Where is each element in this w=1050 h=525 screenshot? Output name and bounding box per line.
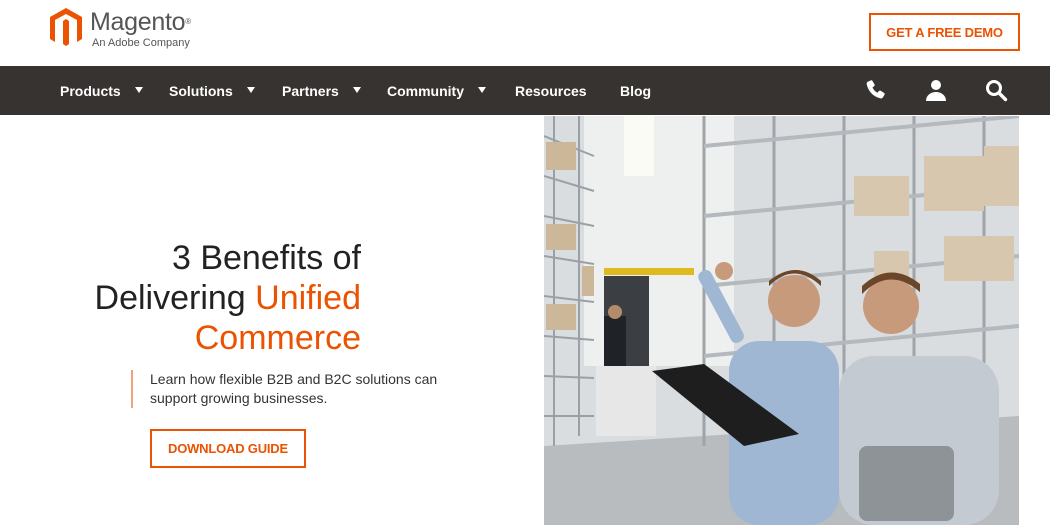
user-icon[interactable] [924, 78, 948, 102]
hero-photo-warehouse [544, 116, 1019, 525]
nav-item-community[interactable]: Community [387, 66, 486, 115]
nav-item-label: Blog [620, 82, 652, 99]
hero-heading: 3 Benefits of Delivering Unified Commerc… [95, 238, 361, 358]
description-accent-rule [131, 370, 133, 408]
nav-item-label: Partners [282, 82, 339, 99]
get-free-demo-button[interactable]: GET A FREE DEMO [869, 13, 1020, 51]
nav-item-products[interactable]: Products [60, 66, 143, 115]
phone-icon[interactable] [864, 78, 888, 102]
nav-item-partners[interactable]: Partners [282, 66, 361, 115]
logo-wordmark: Magento [90, 8, 186, 36]
nav-item-resources[interactable]: Resources [515, 66, 587, 115]
download-guide-button[interactable]: DOWNLOAD GUIDE [150, 429, 306, 468]
nav-item-label: Products [60, 82, 121, 99]
magento-logo[interactable]: Magento® An Adobe Company [50, 8, 191, 58]
magento-logo-icon [50, 8, 82, 46]
logo-trademark: ® [185, 17, 191, 26]
hero-title-line-3: Commerce [194, 319, 361, 357]
hero-title-line-2: Delivering Unified [95, 278, 361, 318]
nav-item-blog[interactable]: Blog [620, 66, 651, 115]
hero-title-plain: Delivering [94, 279, 256, 317]
search-icon[interactable] [984, 78, 1008, 102]
nav-item-label: Solutions [169, 82, 233, 99]
hero-title-line-1: 3 Benefits of [171, 239, 361, 277]
chevron-down-icon [134, 86, 143, 93]
main-nav: Products Solutions Partners Community Re… [0, 66, 1050, 115]
chevron-down-icon [352, 86, 361, 93]
warehouse-illustration [544, 116, 1019, 525]
top-header: Magento® An Adobe Company GET A FREE DEM… [0, 0, 1050, 66]
logo-tagline: An Adobe Company [92, 37, 190, 49]
chevron-down-icon [246, 86, 255, 93]
hero-title-highlight: Unified [255, 279, 361, 317]
nav-item-label: Community [387, 82, 464, 99]
chevron-down-icon [478, 86, 486, 93]
hero-description: Learn how flexible B2B and B2C solutions… [150, 371, 438, 406]
nav-item-solutions[interactable]: Solutions [169, 66, 255, 115]
nav-item-label: Resources [515, 82, 587, 99]
